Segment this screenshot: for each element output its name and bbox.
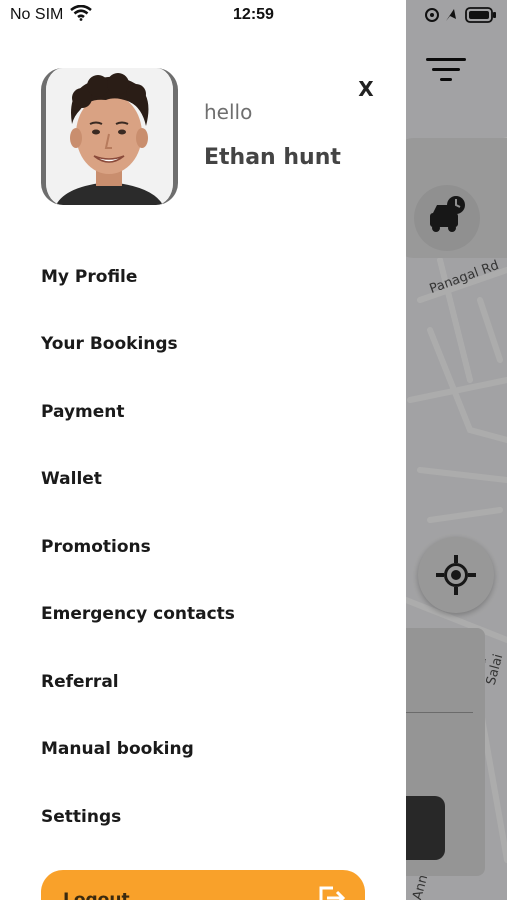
avatar[interactable]: [41, 68, 178, 205]
close-icon[interactable]: X: [352, 76, 380, 102]
logout-icon: [317, 884, 347, 900]
status-bar: No SIM 12:59: [0, 0, 507, 30]
menu-item-manual-booking[interactable]: Manual booking: [41, 732, 361, 766]
menu-item-promotions[interactable]: Promotions: [41, 530, 361, 564]
menu-item-payment[interactable]: Payment: [41, 395, 361, 429]
user-name: Ethan hunt: [204, 145, 341, 170]
menu-item-emergency-contacts[interactable]: Emergency contacts: [41, 597, 361, 631]
menu-item-referral[interactable]: Referral: [41, 665, 361, 699]
avatar-photo: [46, 68, 173, 205]
menu-item-wallet[interactable]: Wallet: [41, 462, 361, 496]
menu-item-my-profile[interactable]: My Profile: [41, 260, 361, 294]
greeting-text: hello: [204, 100, 253, 124]
logout-button[interactable]: Logout: [41, 870, 365, 900]
logout-label: Logout: [63, 890, 130, 900]
location-arrow-icon: [446, 9, 456, 21]
menu-item-your-bookings[interactable]: Your Bookings: [41, 327, 361, 361]
side-drawer: hello Ethan hunt X My Profile Your Booki…: [0, 0, 406, 900]
status-right-icons: [424, 6, 498, 29]
menu-item-settings[interactable]: Settings: [41, 800, 361, 834]
